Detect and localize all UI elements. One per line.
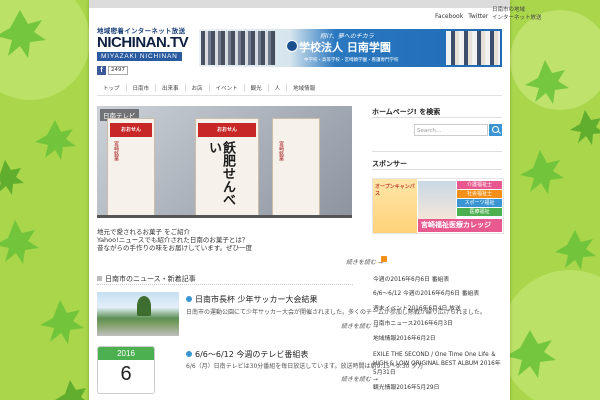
nav-item[interactable]: お店 <box>186 84 210 92</box>
banner-school-list: 中学校・高等学校・宮崎穎学園・看護専門学校 <box>304 58 399 63</box>
nav-item[interactable]: 観光 <box>245 84 269 92</box>
recent-item[interactable]: 地域情報2016年6月2日 <box>373 333 436 342</box>
slider-caption-text-2: 昔ながらの手作りの味をお届けしています。ぜひ一度 <box>97 244 253 252</box>
recent-item[interactable]: EXILE THE SECOND / One Time One Life ＆ <box>373 349 496 358</box>
nav-item[interactable]: イベント <box>210 84 245 92</box>
section-bullet-icon <box>97 276 102 281</box>
post-thumbnail[interactable] <box>97 292 179 336</box>
section-title: 日南市のニュース・新着記事 <box>105 275 196 283</box>
slider-progress-bar[interactable] <box>97 215 352 218</box>
ad-tag: 介護福祉士 <box>457 181 502 189</box>
recent-item[interactable]: 今週の2016年6月6日 番組表 <box>373 274 449 283</box>
nav-item[interactable]: 人 <box>269 84 288 92</box>
top-bar <box>89 0 510 8</box>
post-bullet-icon <box>186 351 192 357</box>
twitter-link[interactable]: Twitter <box>468 13 488 20</box>
ad-tag: スポーツ福祉 <box>457 199 502 207</box>
main-page: Facebook Twitter 地域密着インターネット放送 NICHINAN.… <box>89 0 510 400</box>
post-bullet-icon <box>186 296 192 302</box>
nav-item[interactable]: トップ <box>97 84 127 92</box>
sponsor-banner[interactable]: 翔け、夢へのチカラ 学校法人 日南学園 中学校・高等学校・宮崎穎学園・看護専門学… <box>199 29 502 67</box>
banner-photo-nurses <box>446 31 500 65</box>
ad-title: 宮崎福祉医療カレッジ <box>418 219 502 232</box>
facebook-icon[interactable]: f <box>97 66 106 75</box>
palm-tree-image <box>137 296 151 316</box>
post-title[interactable]: 6/6～6/12 今週のテレビ番組表 <box>195 349 308 360</box>
search-icon <box>492 126 499 133</box>
calendar-year: 2016 <box>98 347 154 360</box>
calendar-day: 6 <box>120 363 132 385</box>
recent-item[interactable]: 週末イベント2016年6月4日 放送 <box>373 303 461 312</box>
sidebar-divider <box>372 117 502 118</box>
product-box-main-top: おおせん <box>198 123 256 137</box>
top-right-link[interactable]: 日南市の地域 <box>492 5 525 13</box>
sidebar-search-heading: ホームページ! を検索 <box>372 108 441 116</box>
search-input[interactable]: Search... <box>414 124 488 136</box>
banner-photo-students <box>201 31 276 65</box>
ad-photo-students <box>418 181 456 219</box>
sidebar-divider <box>372 151 502 152</box>
banner-school-name: 学校法人 日南学園 <box>299 41 391 54</box>
facebook-like-widget[interactable]: f 2497 <box>97 66 128 75</box>
like-count: 2497 <box>108 66 128 75</box>
recent-item[interactable]: HiGH & LOW ORIGINAL BEST ALBUM 2016年5月31… <box>373 358 501 376</box>
section-heading: 日南市のニュース・新着記事 <box>97 274 353 285</box>
product-box: おおせん 宮崎銘菓 <box>107 118 155 216</box>
nav-item[interactable]: 日南市 <box>127 84 157 92</box>
product-box-side: 宮崎銘菓 <box>113 141 119 161</box>
sidebar-ad-heading: スポンサー <box>372 160 407 168</box>
main-nav: トップ 日南市 出来事 お店 イベント 観光 人 地域情報 <box>97 81 502 96</box>
sidebar-ad-banner[interactable]: オープンキャンパス 介護福祉士 社会福祉士 スポーツ福祉 医療福祉 宮崎福祉医療… <box>372 178 504 234</box>
ad-tag: 社会福祉士 <box>457 190 502 198</box>
read-more-link[interactable]: 続きを読む → <box>346 257 383 266</box>
logo-title: NICHINAN.TV <box>97 34 189 51</box>
product-box-top: おおせん <box>110 123 152 137</box>
recent-item[interactable]: 6/6～6/12 今週の2016年6月6日 番組表 <box>373 288 479 297</box>
ad-left-panel: オープンキャンパス <box>373 179 417 233</box>
search-button[interactable] <box>489 124 502 136</box>
ad-open-campus: オープンキャンパス <box>375 184 415 197</box>
nav-item[interactable]: 地域情報 <box>287 84 321 92</box>
post-title[interactable]: 日南市長杯 少年サッカー大会結果 <box>195 294 318 305</box>
top-right-sublink[interactable]: インターネット放送 <box>492 13 542 21</box>
school-emblem-icon <box>286 40 298 52</box>
product-name-vertical: 飫肥せんべい <box>206 141 235 206</box>
product-box-right: 宮崎銘菓 <box>272 118 320 216</box>
social-links: Facebook Twitter <box>435 13 488 20</box>
site-logo[interactable]: 地域密着インターネット放送 NICHINAN.TV MIYAZAKI NICHI… <box>97 25 189 61</box>
rss-icon[interactable] <box>381 256 387 262</box>
logo-subtitle: MIYAZAKI NICHINAN <box>97 52 182 61</box>
product-box-main: おおせん 飫肥せんべい <box>195 118 259 216</box>
recent-item[interactable]: 日南市ニュース2016年6月3日 <box>373 318 453 327</box>
nav-item[interactable]: 出来事 <box>156 84 186 92</box>
ad-tag: 医療福祉 <box>457 208 502 216</box>
recent-item[interactable]: 観光情報2016年5月29日 <box>373 382 439 391</box>
product-box-right-side: 宮崎銘菓 <box>278 141 284 161</box>
sidebar-divider <box>372 169 502 170</box>
facebook-link[interactable]: Facebook <box>435 13 463 20</box>
featured-slider[interactable]: 日南テレビ おおせん 宮崎銘菓 おおせん 飫肥せんべい 宮崎銘菓 <box>97 106 352 218</box>
post-date-calendar: 2016 6 <box>97 346 155 394</box>
